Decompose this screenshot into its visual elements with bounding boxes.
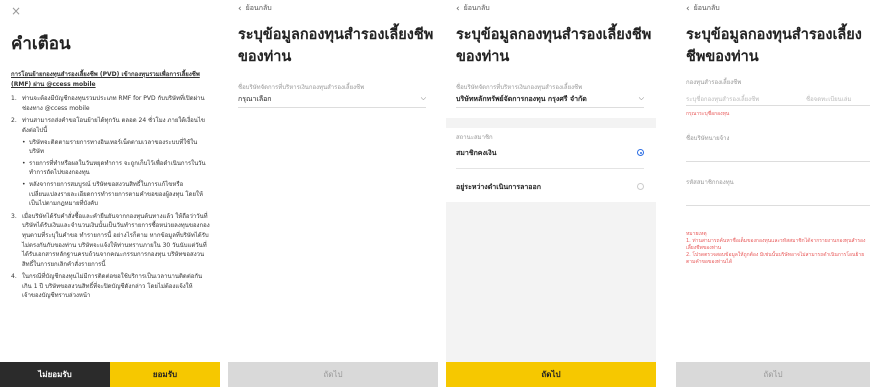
company-label: ชื่อบริษัทจัดการที่บริหารเงินกองทุนสำรอง… (238, 84, 365, 91)
page-title: ระบุข้อมูลกองทุนสำรองเลี้ยงชีพของท่าน (238, 27, 434, 65)
back-button[interactable]: ‹ ย้อนกลับ (456, 3, 490, 14)
warning-item: 3. เมื่อบริษัทได้รับคำสั่งซื้อและคำยืนยั… (11, 212, 210, 268)
accept-button[interactable]: ยอมรับ (110, 362, 220, 387)
chevron-left-icon: ‹ (456, 3, 460, 14)
warning-bullet: • หลังจากรายการสมบูรณ์ บริษัทขอสงวนสิทธิ… (22, 180, 203, 208)
fund-info-screen-status: ‹ ย้อนกลับ ระบุข้อมูลกองทุนสำรองเลี้ยงชี… (446, 0, 656, 387)
warning-bullet: • บริษัทจะติดตามรายการทางอินเทอร์เน็ตตาม… (22, 138, 198, 156)
status-option-keep[interactable]: สมาชิกคงเงิน (456, 146, 644, 162)
chevron-left-icon: ‹ (686, 3, 690, 14)
company-select[interactable]: บริษัทหลักทรัพย์จัดการกองทุน กรุงศรี จำก… (456, 94, 644, 108)
footer: ถัดไป (676, 362, 870, 387)
decline-button[interactable]: ไม่ยอมรับ (0, 362, 110, 387)
close-icon[interactable]: × (11, 4, 21, 18)
warning-body: การโอนย้ายกองทุนสำรองเลี้ยงชีพ (PVD) เข้… (11, 70, 211, 301)
fund-label: กองทุนสำรองเลี้ยงชีพ (686, 79, 742, 86)
status-option-resigning[interactable]: อยู่ระหว่างดำเนินการลาออก (456, 180, 644, 196)
warning-bullet: • รายการที่ทำหรือผลในวันหยุดทำการ จะถูกเ… (22, 159, 206, 177)
warning-lead: การโอนย้ายกองทุนสำรองเลี้ยงชีพ (PVD) เข้… (11, 71, 200, 88)
back-button[interactable]: ‹ ย้อนกลับ (238, 3, 272, 14)
next-button[interactable]: ถัดไป (228, 362, 438, 387)
next-button[interactable]: ถัดไป (676, 362, 870, 387)
employer-input[interactable] (686, 148, 870, 162)
warning-screen: × คำเตือน การโอนย้ายกองทุนสำรองเลี้ยงชีพ… (0, 0, 220, 387)
note-line-2: 2. โปรดตรวจสอบข้อมูลให้ถูกต้อง มิเช่นนั้… (686, 252, 865, 265)
radio-selected-icon[interactable] (637, 149, 644, 156)
member-id-label: รหัสสมาชิกกองทุน (686, 179, 734, 186)
chevron-left-icon: ‹ (238, 3, 242, 14)
fund-detail-screen: ‹ ย้อนกลับ ระบุข้อมูลกองทุนสำรองเลี้ยงชี… (676, 0, 870, 387)
company-select[interactable]: กรุณาเลือก ⌵ (238, 94, 426, 108)
chevron-down-icon: ⌵ (638, 94, 644, 102)
page-title: ระบุข้อมูลกองทุนสำรองเลี้ยงชีพของท่าน (686, 27, 862, 65)
back-button[interactable]: ‹ ย้อนกลับ (686, 3, 720, 14)
bullet-icon: • (22, 180, 26, 188)
warning-item: 1. ท่านจะต้องมีบัญชีกองทุนรวมประเภท RMF … (11, 95, 205, 112)
warning-footer: ไม่ยอมรับ ยอมรับ (0, 362, 220, 387)
divider (456, 168, 644, 169)
note-title: หมายเหตุ (686, 231, 707, 237)
chevron-down-icon: ⌵ (420, 94, 426, 102)
warning-title: คำเตือน (11, 34, 71, 54)
background-fill (446, 202, 656, 362)
footer: ถัดไป (228, 362, 438, 387)
bullet-icon: • (22, 138, 26, 146)
employer-label: ชื่อบริษัทนายจ้าง (686, 135, 730, 142)
member-id-input[interactable] (686, 192, 870, 206)
next-button[interactable]: ถัดไป (446, 362, 656, 387)
warning-item: 4. ในกรณีที่บัญชีกองทุนไม่มีการติดต่อขอใ… (11, 273, 203, 300)
page-title: ระบุข้อมูลกองทุนสำรองเลี้ยงชีพของท่าน (456, 27, 652, 65)
note-block: หมายเหตุ 1. ท่านสามารถค้นหาชื่อเต็มของกอ… (686, 231, 870, 266)
bullet-icon: • (22, 159, 26, 167)
footer: ถัดไป (446, 362, 656, 387)
note-line-1: 1. ท่านสามารถค้นหาชื่อเต็มของกองทุนและรห… (686, 238, 866, 251)
fund-error-text: กรุณาระบุชื่อกองทุน (686, 111, 730, 117)
fund-info-screen-empty: ‹ ย้อนกลับ ระบุข้อมูลกองทุนสำรองเลี้ยงชี… (228, 0, 438, 387)
warning-item: 2. ท่านสามารถส่งคำขอโอนย้ายได้ทุกวัน ตลอ… (11, 117, 205, 134)
section-separator (446, 118, 656, 128)
radio-unselected-icon[interactable] (637, 183, 644, 190)
company-label: ชื่อบริษัทจัดการที่บริหารเงินกองทุนสำรอง… (456, 84, 583, 91)
status-label: สถานะสมาชิก (456, 134, 493, 141)
fund-name-input[interactable]: ระบุชื่อกองทุนสำรองเลี้ยงชีพ ชื่อจดทะเบี… (686, 92, 870, 106)
